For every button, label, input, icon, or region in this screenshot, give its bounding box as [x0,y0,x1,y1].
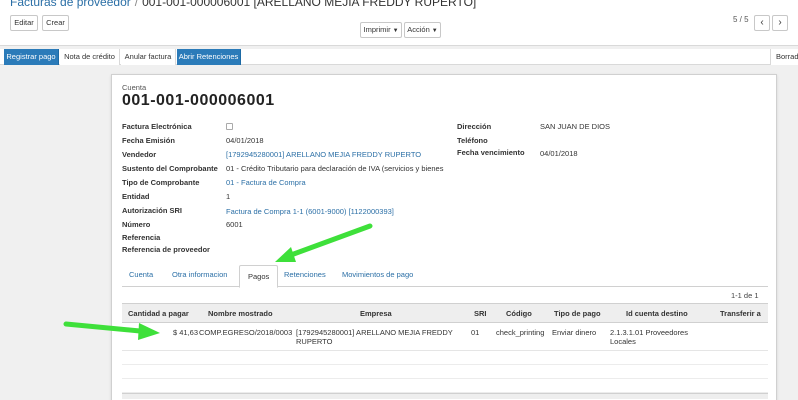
field-label-sri-authorization: Autorización SRI [122,206,183,215]
column-header-code[interactable]: Código [506,309,532,318]
voucher-type-link[interactable]: 01 - Factura de Compra [226,178,306,187]
invoice-number-title: 001-001-000006001 [122,92,275,109]
field-label-voucher-type: Tipo de Comprobante [122,178,200,187]
number-value: 6001 [226,220,243,229]
field-label-support: Sustento del Comprobante [122,164,218,173]
empty-table-row [122,365,768,379]
breadcrumb-current: 001-001-000006001 [ARELLANO MEJIA FREDDY… [142,0,477,9]
table-row[interactable]: $ 41,63 COMP.EGRESO/2018/0003 [179294528… [122,323,768,351]
print-dropdown-button[interactable]: Imprimir ▼ [360,22,402,38]
caret-down-icon: ▼ [392,28,399,34]
form-sheet: Cuenta 001-001-000006001 Factura Electró… [111,74,777,400]
cancel-invoice-button[interactable]: Anular factura [121,49,176,65]
tab-retenciones[interactable]: Retenciones [284,270,326,279]
breadcrumb-separator: / [134,0,139,9]
control-panel: Facturas de proveedor/001-001-000006001 … [0,0,798,46]
pager-next-button[interactable]: › [772,15,788,31]
cell-destination-account: 2.1.3.1.01 Proveedores Locales [610,328,688,346]
status-draft[interactable]: Borrador [770,49,798,65]
payments-table-header: Cantidad a pagar Nombre mostrado Empresa… [122,303,768,323]
pager-value[interactable]: 5 / 5 [733,15,749,24]
field-label-electronic-invoice: Factura Electrónica [122,122,192,131]
issue-date-value: 04/01/2018 [226,136,264,145]
tab-pagos[interactable]: Pagos [239,265,279,288]
column-header-display-name[interactable]: Nombre mostrado [208,309,273,318]
cell-sri: 01 [471,328,480,337]
create-button[interactable]: Crear [42,15,69,31]
form-statusbar: Registrar pago Nota de crédito Anular fa… [0,49,798,65]
open-withholdings-button[interactable]: Abrir Retenciones [177,49,241,65]
electronic-invoice-checkbox[interactable] [226,123,233,130]
account-label: Cuenta [122,83,147,92]
breadcrumb: Facturas de proveedor/001-001-000006001 … [10,0,476,9]
due-date-value: 04/01/2018 [540,149,578,158]
tab-cuenta[interactable]: Cuenta [129,270,153,279]
credit-note-button[interactable]: Nota de crédito [60,49,120,65]
chevron-right-icon: › [778,17,782,28]
empty-table-row [122,351,768,365]
print-label: Imprimir [363,25,391,34]
edit-button[interactable]: Editar [10,15,38,31]
tab-otra-informacion[interactable]: Otra informacion [172,270,227,279]
pager-previous-button[interactable]: ‹ [754,15,770,31]
field-label-issue-date: Fecha Emisión [122,136,175,145]
field-label-entity: Entidad [122,192,150,201]
empty-table-row [122,379,768,393]
payments-table-footer [122,393,768,399]
column-header-amount[interactable]: Cantidad a pagar [128,309,189,318]
field-label-vendor-reference: Referencia de proveedor [122,245,210,254]
record-count: 1-1 de 1 [731,291,759,300]
create-button-label: Crear [46,18,65,27]
breadcrumb-parent-link[interactable]: Facturas de proveedor [10,0,131,9]
cell-company: [1792945280001] ARELLANO MEJIA FREDDY RU… [296,328,453,346]
caret-down-icon: ▼ [431,28,438,34]
cell-code: check_printing [496,328,545,337]
register-payment-button[interactable]: Registrar pago [4,49,59,65]
address-value: SAN JUAN DE DIOS [540,122,611,131]
column-header-transfer-to[interactable]: Transferir a [720,309,761,318]
cell-display-name: COMP.EGRESO/2018/0003 [199,328,293,337]
action-label: Acción [407,25,430,34]
column-header-company[interactable]: Empresa [360,309,392,318]
field-label-phone: Teléfono [457,136,488,145]
notebook-tabs: Cuenta Otra informacion Pagos Retencione… [122,265,768,288]
column-header-sri[interactable]: SRI [474,309,487,318]
column-header-destination-account[interactable]: Id cuenta destino [626,309,688,318]
field-label-vendor: Vendedor [122,150,157,159]
support-value: 01 - Crédito Tributario para declaración… [226,164,444,173]
tab-movimientos-de-pago[interactable]: Movimientos de pago [342,270,413,279]
entity-value: 1 [226,192,231,201]
edit-button-label: Editar [14,18,34,27]
field-label-due-date: Fecha vencimiento [457,148,525,157]
cell-amount: $ 41,63 [172,328,198,337]
vendor-link[interactable]: [1792945280001] ARELLANO MEJIA FREDDY RU… [226,150,421,159]
column-header-payment-type[interactable]: Tipo de pago [554,309,601,318]
field-label-reference: Referencia [122,233,161,242]
field-label-number: Número [122,220,151,229]
sri-authorization-link[interactable]: Factura de Compra 1-1 (6001-9000) [11220… [226,207,394,216]
field-label-address: Dirección [457,122,492,131]
action-dropdown-button[interactable]: Acción ▼ [404,22,441,38]
cell-payment-type: Enviar dinero [552,328,597,337]
chevron-left-icon: ‹ [760,17,764,28]
